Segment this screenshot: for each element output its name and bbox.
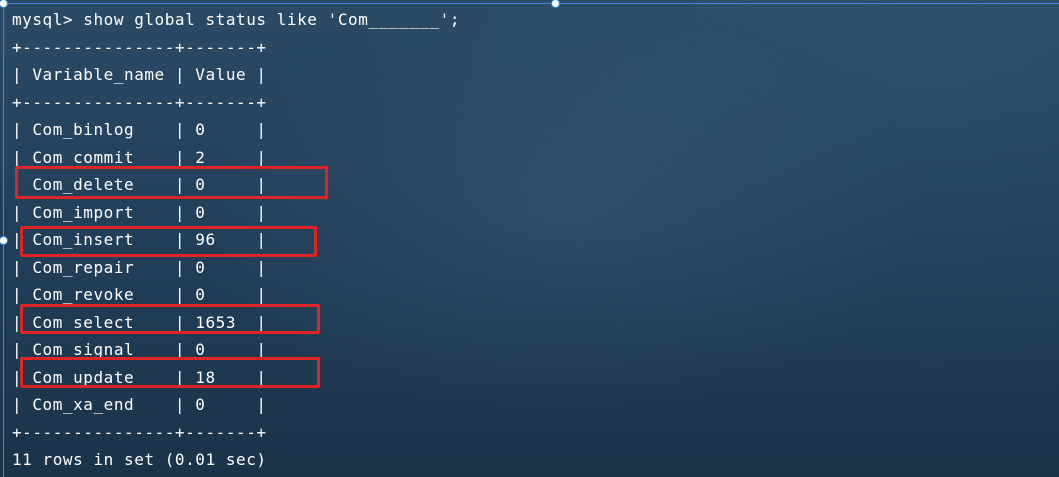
- terminal-screenshot: mysql> show global status like 'Com_____…: [0, 0, 1059, 477]
- table-border-header: +---------------+-------+: [12, 92, 267, 112]
- highlight-box-com-insert: [20, 226, 317, 257]
- table-border-bottom: +---------------+-------+: [12, 422, 267, 442]
- highlight-box-com-update: [20, 357, 320, 388]
- command-line: mysql> show global status like 'Com_____…: [12, 10, 461, 29]
- table-row: | Com_xa_end | 0 |: [12, 395, 267, 414]
- highlight-box-com-delete: [15, 166, 328, 199]
- table-row: | Com_repair | 0 |: [12, 257, 267, 277]
- table-row: | Com_import | 0 |: [12, 202, 267, 222]
- highlight-box-com-select: [20, 304, 320, 334]
- table-row: | Com_binlog | 0 |: [12, 120, 267, 139]
- table-header-row: | Variable_name | Value |: [12, 65, 267, 84]
- table-border-top: +---------------+-------+: [12, 37, 267, 57]
- result-summary: 11 rows in set (0.01 sec): [12, 450, 267, 469]
